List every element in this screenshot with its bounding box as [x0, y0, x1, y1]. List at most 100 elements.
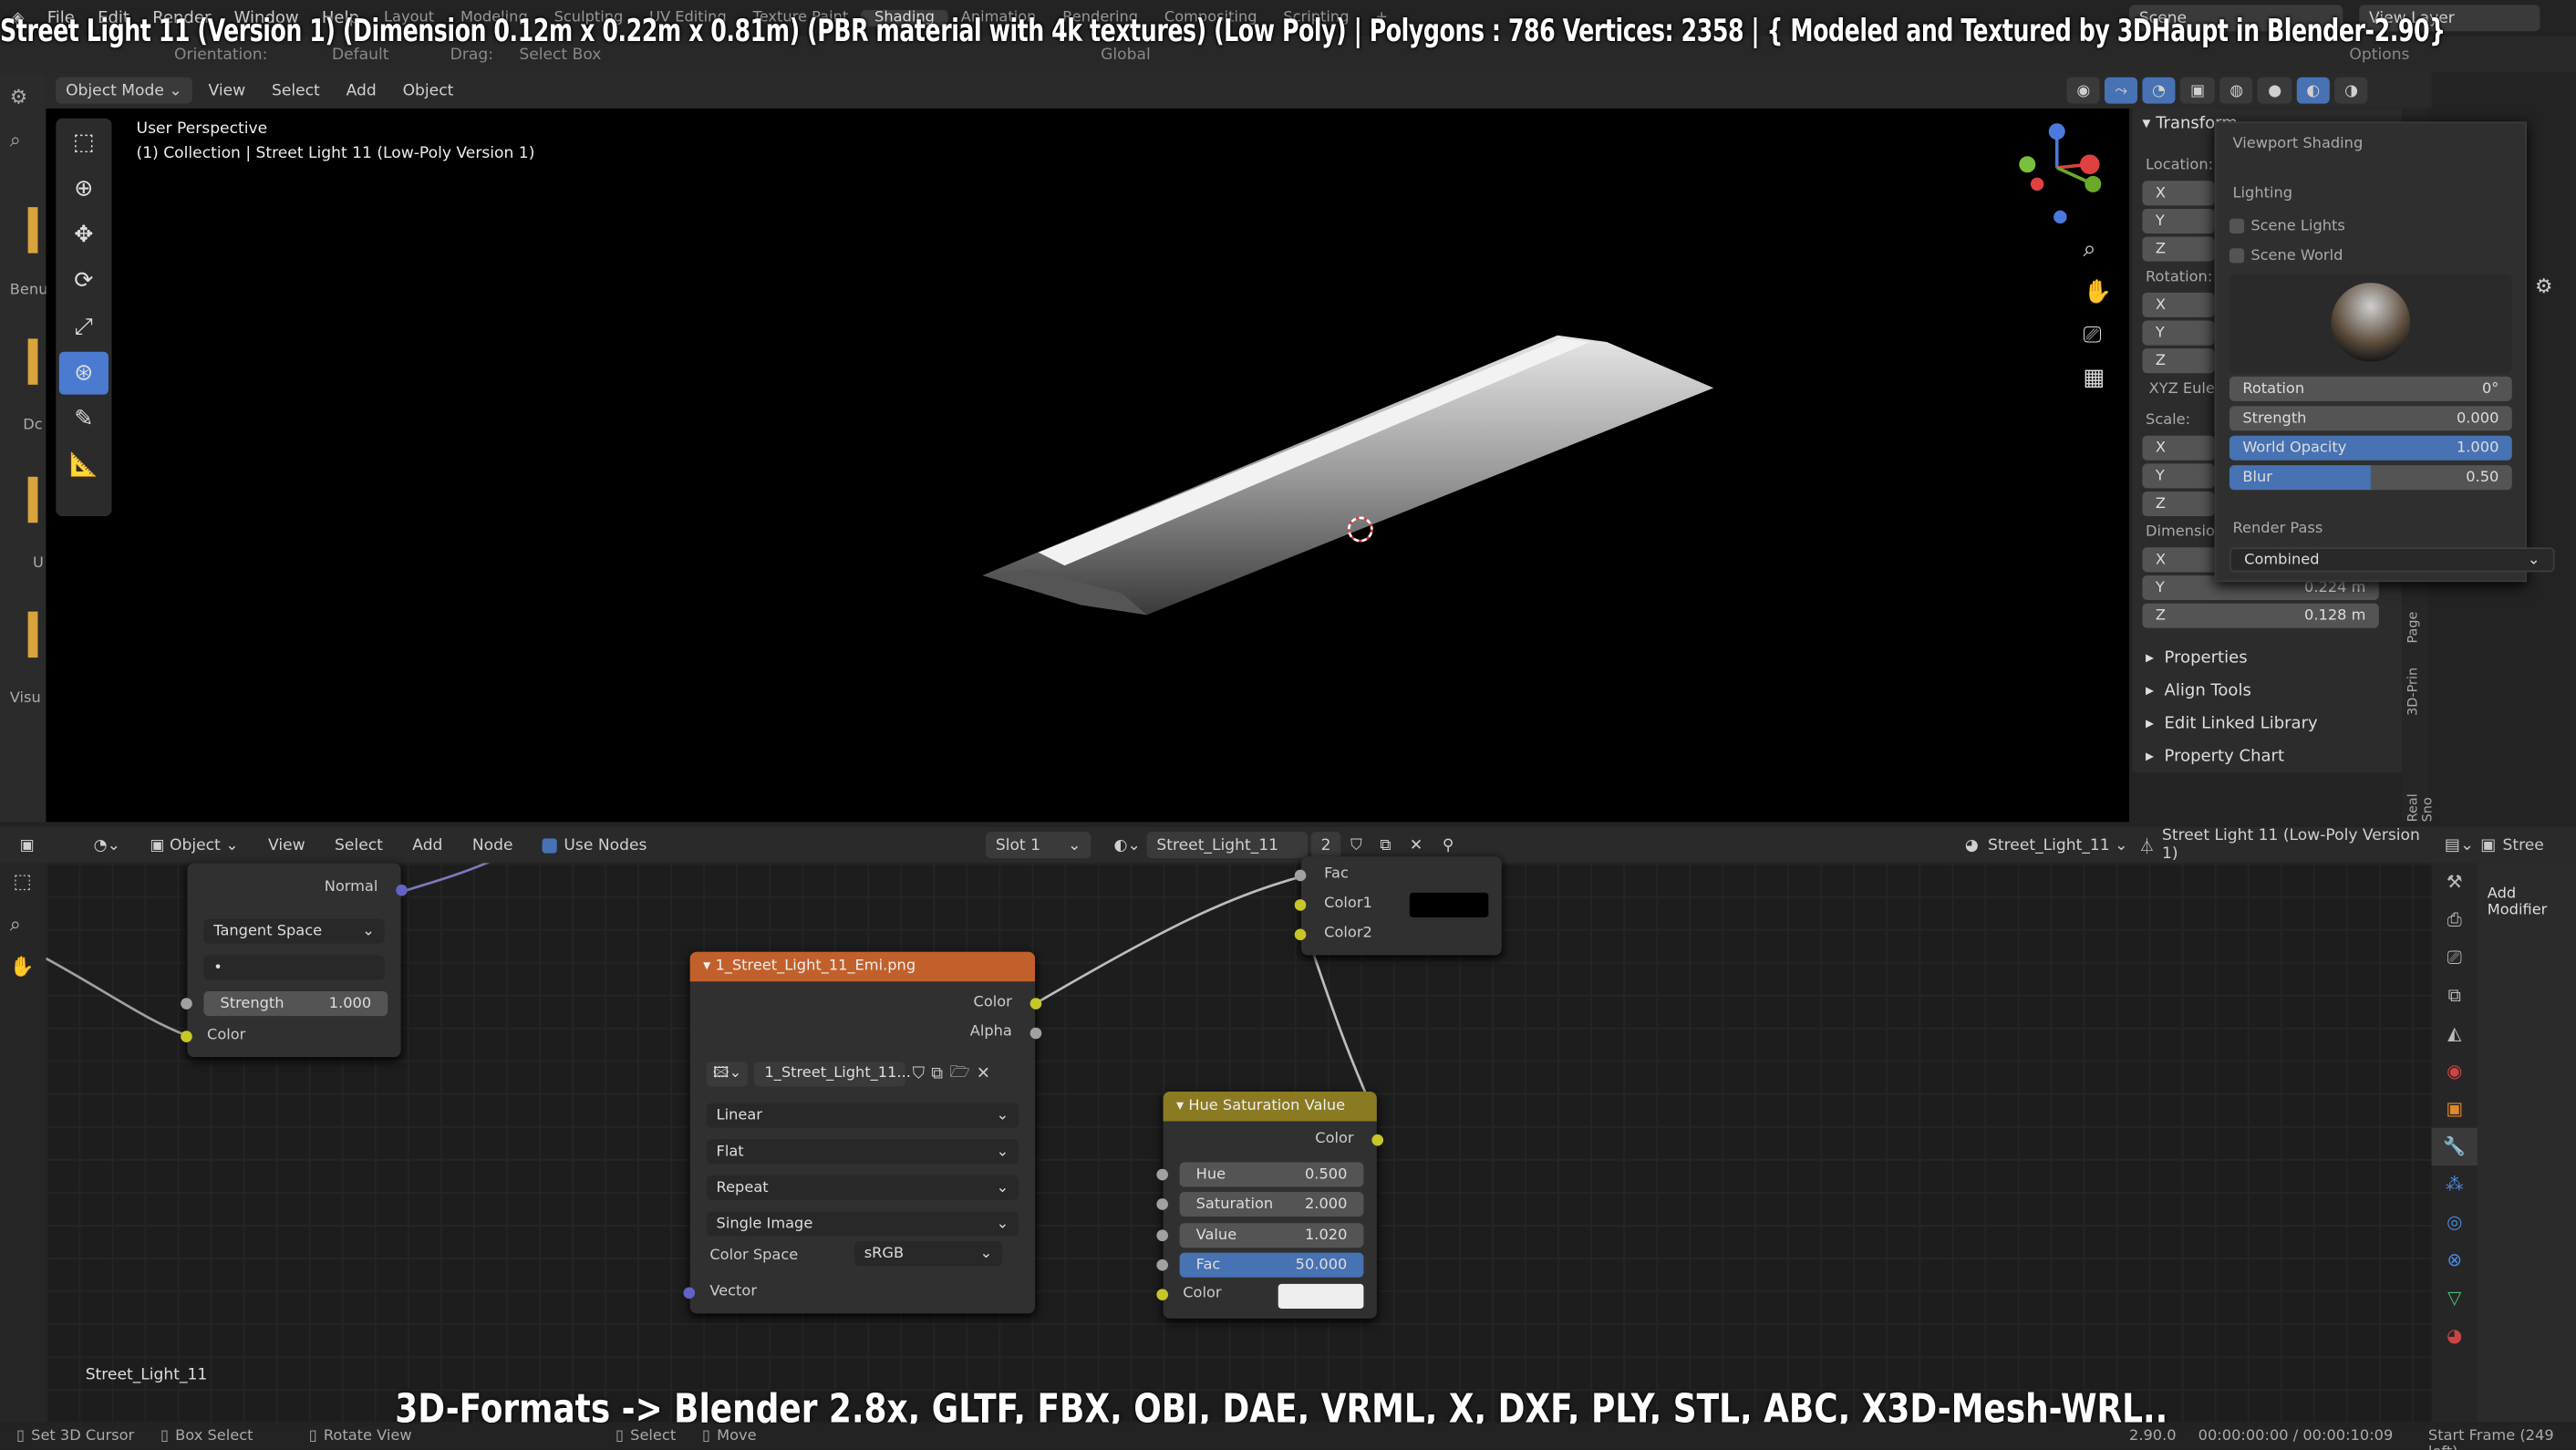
uv-map-field[interactable]: •: [203, 955, 385, 980]
camera-icon[interactable]: ⎚: [2084, 322, 2102, 348]
property-chart-panel[interactable]: ▸ Property Chart: [2133, 740, 2402, 772]
scale-z-field[interactable]: Z: [2142, 492, 2215, 517]
hsv-color-input-socket[interactable]: [1156, 1289, 1169, 1300]
tab-real-snow[interactable]: Real Sno: [2405, 766, 2435, 822]
world-tab-icon[interactable]: ◉: [2432, 1052, 2478, 1090]
hue-socket[interactable]: [1156, 1168, 1169, 1181]
vector-input-socket[interactable]: [683, 1287, 696, 1300]
extension-dropdown[interactable]: Repeat ⌄: [706, 1175, 1019, 1200]
shader-node-editor[interactable]: Normal Tangent Space ⌄ • Strength 1.000 Co…: [46, 856, 2432, 1423]
node-menu-select[interactable]: Select: [325, 832, 392, 858]
annotate-tool-icon[interactable]: ✎: [59, 398, 109, 440]
modifier-tab-icon[interactable]: 🔧: [2431, 1127, 2478, 1166]
zoom-icon[interactable]: ⌕: [10, 912, 21, 937]
search-icon[interactable]: ⌕: [10, 129, 21, 153]
node-menu-view[interactable]: View: [258, 832, 315, 858]
rotation-y-field[interactable]: Y: [2142, 320, 2215, 346]
image-color-output-socket[interactable]: [1029, 998, 1042, 1010]
3d-cursor-icon[interactable]: [1344, 513, 1377, 545]
unlink-image-icon[interactable]: ✕: [977, 1064, 990, 1082]
hsv-node-header[interactable]: ▾ Hue Saturation Value: [1163, 1091, 1377, 1122]
strength-slider[interactable]: Strength 0.000: [2229, 406, 2512, 431]
fake-user-icon[interactable]: ⛉: [913, 1064, 926, 1082]
select-tool-icon[interactable]: ⬚: [13, 870, 31, 893]
properties-panel[interactable]: ▸ Properties: [2133, 641, 2402, 674]
object-name-dropdown[interactable]: Street_Light_11 ⌄: [1978, 832, 2137, 858]
particles-tab-icon[interactable]: ⁂: [2432, 1165, 2478, 1203]
constraints-tab-icon[interactable]: ⊗: [2432, 1241, 2478, 1279]
mix-rgb-node[interactable]: Fac Color1 Color2: [1294, 856, 1502, 956]
object-mode-dropdown[interactable]: Object Mode ⌄: [56, 77, 192, 104]
menu-add[interactable]: Add: [336, 78, 387, 104]
fac-field[interactable]: Fac 50.000: [1179, 1252, 1364, 1278]
node-menu-node[interactable]: Node: [462, 832, 522, 858]
mix-color1-socket[interactable]: [1294, 899, 1307, 911]
scene-lights-checkbox[interactable]: Scene Lights: [2229, 218, 2345, 235]
use-nodes-checkbox[interactable]: Use Nodes: [533, 832, 657, 858]
source-dropdown[interactable]: Single Image ⌄: [706, 1211, 1019, 1237]
physics-tab-icon[interactable]: ◎: [2432, 1204, 2478, 1241]
pin-icon[interactable]: ⚲: [1433, 832, 1464, 858]
image-browse-icon[interactable]: 🖾⌄: [706, 1061, 749, 1086]
material-name-field[interactable]: Street_Light_11: [1146, 832, 1309, 859]
tab-page[interactable]: Page: [2405, 612, 2420, 644]
hsv-color-output-socket[interactable]: [1371, 1134, 1384, 1146]
shading-rendered-icon[interactable]: ◑: [2334, 77, 2368, 104]
cursor-tool-icon[interactable]: ⊕: [59, 168, 109, 211]
pan-hand-icon[interactable]: ✋: [10, 955, 35, 978]
street-light-model[interactable]: [966, 322, 1787, 635]
rotation-mode-dropdown[interactable]: XYZ Euler: [2149, 381, 2221, 398]
space-dropdown[interactable]: Tangent Space ⌄: [203, 918, 385, 944]
gear-icon[interactable]: ⚙: [2535, 274, 2552, 297]
image-alpha-output-socket[interactable]: [1029, 1027, 1042, 1040]
shading-material-icon[interactable]: ◐: [2296, 77, 2330, 104]
view-layer-tab-icon[interactable]: ⧉: [2432, 977, 2478, 1014]
menu-view[interactable]: View: [199, 78, 255, 104]
shading-wireframe-icon[interactable]: ◍: [2219, 77, 2254, 104]
editor-type-icon[interactable]: ▣: [10, 832, 45, 858]
saturation-field[interactable]: Saturation 2.000: [1179, 1191, 1364, 1217]
image-name-field[interactable]: 1_Street_Light_11...: [754, 1061, 911, 1086]
blur-slider[interactable]: Blur 0.50: [2229, 465, 2512, 491]
slot-dropdown[interactable]: Slot 1 ⌄: [986, 832, 1091, 859]
rotation-x-field[interactable]: X: [2142, 292, 2215, 317]
select-tool-icon[interactable]: ⬚: [59, 121, 109, 164]
measure-tool-icon[interactable]: 📐: [59, 444, 109, 487]
shader-type-icon[interactable]: ◔⌄: [84, 832, 130, 858]
rotate-tool-icon[interactable]: ⟳: [59, 260, 109, 303]
gizmo-toggle-icon[interactable]: ⤳: [2105, 77, 2137, 104]
menu-object[interactable]: Object: [393, 78, 463, 104]
render-pass-dropdown[interactable]: Combined ⌄: [2229, 547, 2555, 573]
dimension-z-field[interactable]: Z 0.128 m: [2142, 603, 2379, 628]
material-tab-icon[interactable]: ◕: [2432, 1317, 2478, 1354]
object-tab-icon[interactable]: ▣: [2432, 1090, 2478, 1127]
strength-input-socket[interactable]: [181, 998, 192, 1010]
transform-tool-icon[interactable]: ⊛: [58, 351, 109, 395]
edit-linked-library-panel[interactable]: ▸ Edit Linked Library: [2133, 707, 2402, 740]
projection-dropdown[interactable]: Flat ⌄: [706, 1139, 1019, 1165]
normal-map-node[interactable]: Normal Tangent Space ⌄ • Strength 1.000 Co…: [181, 863, 408, 1058]
color-space-dropdown[interactable]: sRGB ⌄: [853, 1241, 1003, 1267]
grid-icon[interactable]: ▦: [2084, 365, 2105, 391]
value-field[interactable]: Value 1.020: [1179, 1223, 1364, 1248]
mix-fac-socket[interactable]: [1294, 869, 1307, 882]
normal-output-socket[interactable]: [396, 884, 408, 896]
scene-world-checkbox[interactable]: Scene World: [2229, 248, 2343, 264]
tool-tab-icon[interactable]: ⚒: [2432, 863, 2478, 900]
hdri-preview[interactable]: [2229, 274, 2512, 374]
shading-solid-icon[interactable]: ●: [2258, 77, 2292, 104]
normal-strength-field[interactable]: Strength 1.000: [203, 991, 388, 1017]
node-menu-add[interactable]: Add: [402, 832, 452, 858]
align-tools-panel[interactable]: ▸ Align Tools: [2133, 674, 2402, 707]
image-texture-node[interactable]: ▾ 1_Street_Light_11_Emi.png Color Alpha …: [683, 951, 1042, 1314]
hsv-color-swatch[interactable]: [1278, 1283, 1364, 1309]
scale-y-field[interactable]: Y: [2142, 463, 2215, 489]
navigation-gizmo[interactable]: [2011, 119, 2103, 233]
properties-editor-type-icon[interactable]: ▤⌄: [2445, 836, 2474, 854]
3d-viewport[interactable]: User Perspective (1) Collection | Street…: [46, 108, 2130, 823]
tool-icon[interactable]: ⚙: [10, 86, 27, 109]
menu-select[interactable]: Select: [262, 78, 329, 104]
add-modifier-button[interactable]: Add Modifier: [2488, 886, 2576, 919]
hue-field[interactable]: Hue 0.500: [1179, 1162, 1364, 1187]
rotation-slider[interactable]: Rotation 0°: [2229, 376, 2512, 401]
